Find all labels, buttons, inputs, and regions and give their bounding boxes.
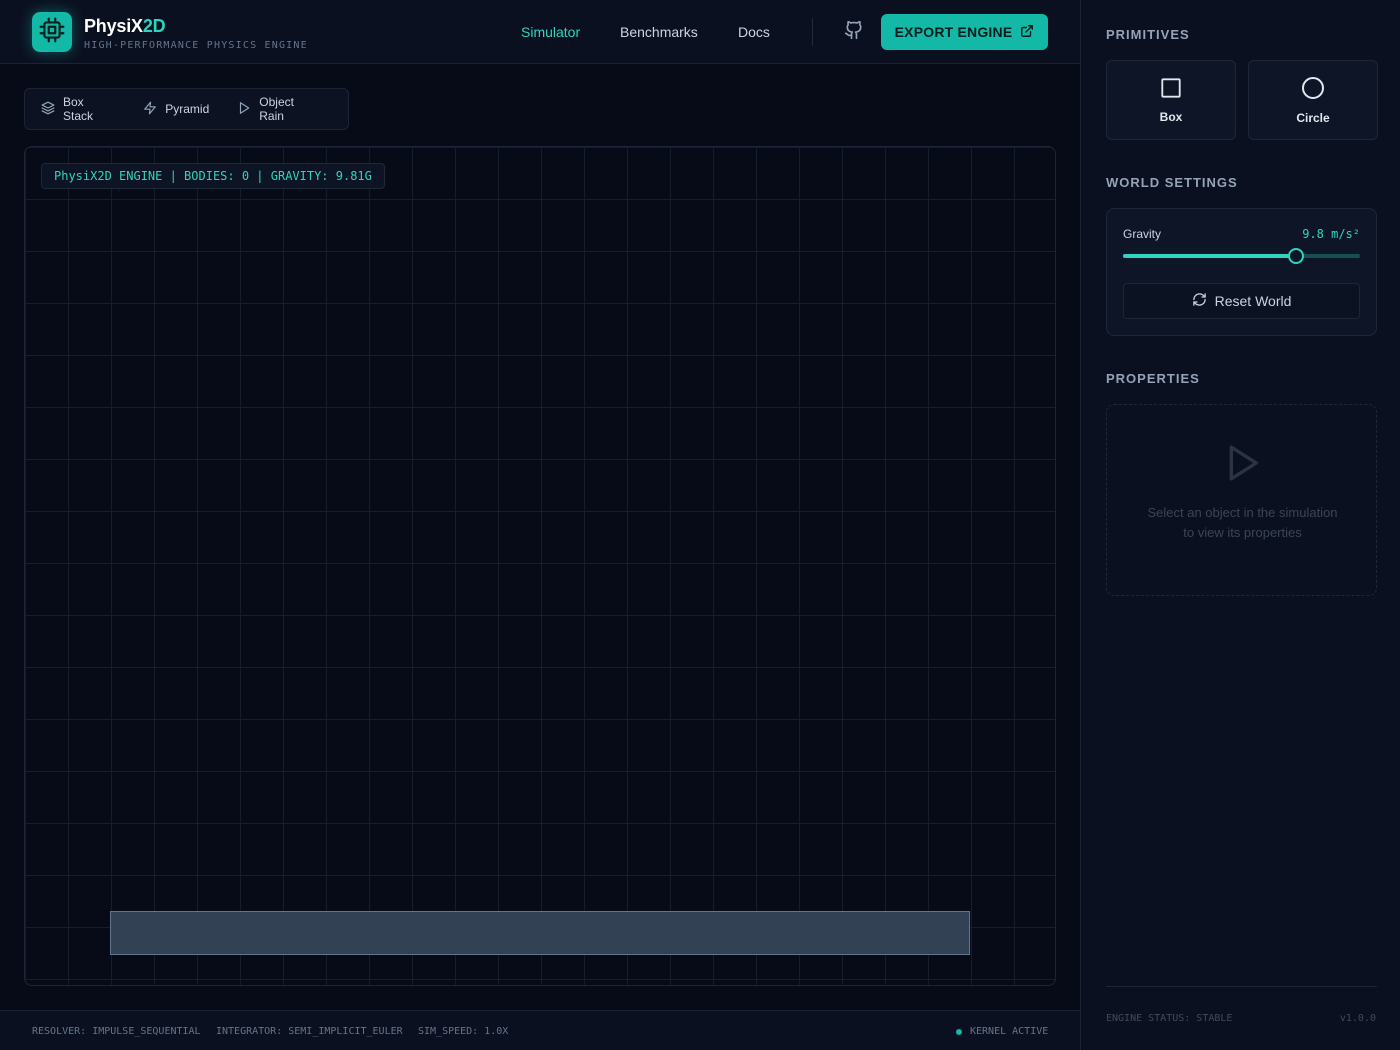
brand-tagline: HIGH-PERFORMANCE PHYSICS ENGINE (84, 40, 308, 51)
properties-title: PROPERTIES (1106, 371, 1200, 386)
preset-label: Object Rain (259, 95, 294, 123)
github-button[interactable] (842, 20, 866, 44)
ground-body[interactable] (110, 911, 970, 955)
cpu-icon (39, 17, 65, 48)
status-dot-icon (956, 1028, 962, 1035)
github-icon (844, 20, 864, 45)
export-engine-button[interactable]: EXPORT ENGINE (881, 14, 1048, 50)
preset-pyramid-button[interactable]: Pyramid (143, 101, 209, 118)
engine-status: ENGINE STATUS: STABLE (1106, 1013, 1233, 1024)
logo[interactable] (32, 12, 72, 52)
export-label: EXPORT ENGINE (894, 24, 1013, 40)
add-circle-button[interactable]: Circle (1248, 60, 1378, 140)
gravity-slider-handle[interactable] (1288, 248, 1304, 264)
kernel-label: KERNEL ACTIVE (970, 1026, 1049, 1037)
world-settings-title: WORLD SETTINGS (1106, 175, 1238, 190)
preset-label: Box Stack (63, 95, 94, 123)
play-icon (1223, 441, 1263, 490)
preset-box-stack-button[interactable]: Box Stack (41, 95, 115, 123)
layers-icon (41, 101, 55, 118)
reset-label: Reset World (1214, 293, 1292, 309)
version-label: v1.0.0 (1339, 1013, 1376, 1024)
status-bar: RESOLVER: IMPULSE_SEQUENTIAL INTEGRATOR:… (0, 1010, 1080, 1050)
external-link-icon (1020, 24, 1034, 41)
square-icon (1160, 77, 1182, 102)
simulation-canvas[interactable]: PhysiX2D ENGINE | BODIES: 0 | GRAVITY: 9… (24, 146, 1056, 986)
gravity-label: Gravity (1123, 227, 1162, 241)
nav-benchmarks[interactable]: Benchmarks (620, 24, 698, 40)
reset-world-button[interactable]: Reset World (1123, 283, 1360, 319)
preset-object-rain-button[interactable]: Object Rain (237, 95, 320, 123)
resolver-status: RESOLVER: IMPULSE_SEQUENTIAL (32, 1026, 201, 1037)
refresh-icon (1192, 292, 1207, 310)
gravity-slider[interactable] (1123, 248, 1360, 264)
properties-empty-message: Select an object in the simulation to vi… (1147, 505, 1338, 540)
gravity-value: 9.8 m/s² (1302, 227, 1360, 241)
primitives-title: PRIMITIVES (1106, 27, 1190, 42)
lightning-icon (143, 101, 157, 118)
nav-docs[interactable]: Docs (738, 24, 770, 40)
sim-speed-status: SIM_SPEED: 1.0X (418, 1026, 509, 1037)
gravity-slider-fill (1123, 254, 1296, 258)
brand-accent: 2D (142, 16, 166, 36)
nav-divider (812, 18, 813, 46)
primitive-label: Box (1159, 109, 1183, 124)
preset-label: Pyramid (165, 102, 210, 116)
primitive-label: Circle (1296, 110, 1330, 125)
app-header: PhysiX2D HIGH-PERFORMANCE PHYSICS ENGINE… (0, 0, 1080, 64)
circle-icon (1301, 76, 1325, 103)
preset-toolbar: Box Stack Pyramid Object Rain (24, 88, 349, 130)
brand-name: PhysiX2D (84, 16, 166, 36)
kernel-status: KERNEL ACTIVE (956, 1026, 1048, 1037)
engine-hud: PhysiX2D ENGINE | BODIES: 0 | GRAVITY: 9… (41, 163, 385, 189)
panel-divider (1106, 986, 1377, 987)
add-box-button[interactable]: Box (1106, 60, 1236, 140)
inspector-panel: PRIMITIVES Box Circle WORLD SETTINGS Gra… (1080, 0, 1400, 1050)
nav-simulator[interactable]: Simulator (521, 24, 580, 40)
properties-empty-state: Select an object in the simulation to vi… (1106, 404, 1377, 596)
world-settings-card: Gravity 9.8 m/s² Reset World (1106, 208, 1377, 336)
integrator-status: INTEGRATOR: SEMI_IMPLICIT_EULER (216, 1026, 403, 1037)
play-icon (237, 101, 251, 118)
